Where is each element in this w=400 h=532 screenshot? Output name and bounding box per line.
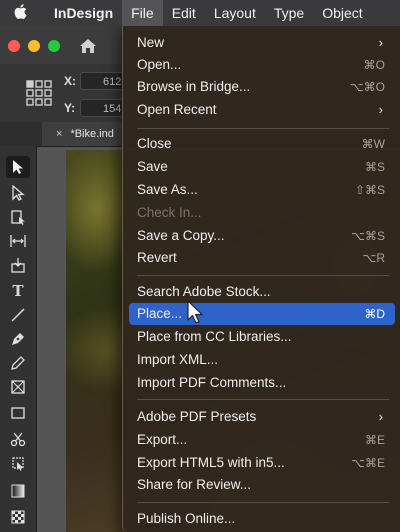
page-tool-icon[interactable] xyxy=(6,206,30,228)
menu-item-label: Close xyxy=(137,136,172,151)
direct-selection-tool-icon[interactable] xyxy=(6,182,30,204)
x-position-field[interactable]: 612 xyxy=(80,72,124,90)
menu-item-label: Adobe PDF Presets xyxy=(137,409,257,424)
home-icon[interactable] xyxy=(78,36,98,56)
minimize-window-button[interactable] xyxy=(28,40,40,52)
menu-item-search-adobe-stock[interactable]: Search Adobe Stock... xyxy=(129,281,395,303)
menu-item-open[interactable]: Open... ⌘O xyxy=(129,54,395,76)
menu-item-label: Open... xyxy=(137,57,182,72)
menu-item-place[interactable]: Place... ⌘D xyxy=(129,303,395,325)
submenu-arrow-icon: › xyxy=(378,409,383,424)
shortcut-label: ⌥⌘E xyxy=(351,456,385,470)
shortcut-label: ⇧⌘S xyxy=(354,183,385,197)
menu-item-open-recent[interactable]: Open Recent › xyxy=(129,99,395,121)
menu-item-save-as[interactable]: Save As... ⇧⌘S xyxy=(129,179,395,201)
shortcut-label: ⌘E xyxy=(364,433,385,447)
menu-item-label: Import PDF Comments... xyxy=(137,375,287,390)
menu-item-label: Save a Copy... xyxy=(137,228,225,243)
y-label: Y: xyxy=(64,101,76,115)
menubar-edit[interactable]: Edit xyxy=(163,0,205,26)
pencil-tool-icon[interactable] xyxy=(6,352,30,374)
scissors-tool-icon[interactable] xyxy=(6,428,30,450)
menu-item-save-a-copy[interactable]: Save a Copy... ⌥⌘S xyxy=(129,225,395,247)
tools-panel: T xyxy=(0,146,37,532)
menu-item-label: Place... xyxy=(137,306,183,321)
close-window-button[interactable] xyxy=(8,40,20,52)
menu-item-label: Place from CC Libraries... xyxy=(137,329,292,344)
menu-item-check-in: Check In... xyxy=(129,202,395,224)
menu-item-label: Save As... xyxy=(137,182,198,197)
menu-bar: InDesign File Edit Layout Type Object xyxy=(0,0,400,26)
menu-item-save[interactable]: Save ⌘S xyxy=(129,156,395,178)
menubar-type[interactable]: Type xyxy=(265,0,313,26)
menu-item-label: New xyxy=(137,35,165,50)
gradient-swatch-tool-icon[interactable] xyxy=(6,480,30,502)
content-collector-tool-icon[interactable] xyxy=(6,254,30,276)
apple-icon[interactable] xyxy=(14,3,36,23)
rectangle-frame-tool-icon[interactable] xyxy=(6,376,30,398)
y-position-field[interactable]: 154 xyxy=(80,99,124,117)
menu-item-place-from-cc-libraries[interactable]: Place from CC Libraries... xyxy=(129,326,395,348)
menu-item-share-for-review[interactable]: Share for Review... xyxy=(129,474,395,496)
menu-item-label: Export... xyxy=(137,432,188,447)
shortcut-label: ⌘W xyxy=(361,137,385,151)
menu-item-browse-in-bridge[interactable]: Browse in Bridge... ⌥⌘O xyxy=(129,76,395,98)
selection-tool-icon[interactable] xyxy=(6,156,30,178)
menu-item-label: Browse in Bridge... xyxy=(137,79,251,94)
menu-item-label: Revert xyxy=(137,250,177,265)
shortcut-label: ⌥R xyxy=(362,251,386,265)
menu-separator xyxy=(137,399,389,400)
submenu-arrow-icon: › xyxy=(378,102,383,117)
type-tool-icon[interactable]: T xyxy=(6,280,30,302)
menu-item-label: Share for Review... xyxy=(137,477,252,492)
menu-item-revert[interactable]: Revert ⌥R xyxy=(129,247,395,269)
shortcut-label: ⌘O xyxy=(363,58,385,72)
menubar-file[interactable]: File xyxy=(122,0,163,26)
menu-item-label: Export HTML5 with in5... xyxy=(137,455,285,470)
document-tab[interactable]: × *Bike.ind xyxy=(42,122,128,146)
menu-separator xyxy=(137,502,389,503)
submenu-arrow-icon: › xyxy=(378,35,383,50)
menu-item-label: Check In... xyxy=(137,205,202,220)
file-menu: New › Open... ⌘O Browse in Bridge... ⌥⌘O… xyxy=(122,26,400,532)
gradient-feather-tool-icon[interactable] xyxy=(6,506,30,528)
menu-item-label: Open Recent xyxy=(137,102,217,117)
menu-item-publish-online[interactable]: Publish Online... xyxy=(129,508,395,530)
menubar-app-name[interactable]: InDesign xyxy=(36,0,122,26)
free-transform-tool-icon[interactable] xyxy=(6,452,30,474)
reference-point-icon[interactable] xyxy=(26,80,52,106)
menu-item-close[interactable]: Close ⌘W xyxy=(129,133,395,155)
menubar-object[interactable]: Object xyxy=(313,0,371,26)
menu-item-import-xml[interactable]: Import XML... xyxy=(129,349,395,371)
menu-item-label: Publish Online... xyxy=(137,511,236,526)
menu-item-export-html5-with-in5[interactable]: Export HTML5 with in5... ⌥⌘E xyxy=(129,452,395,474)
shortcut-label: ⌥⌘O xyxy=(349,80,385,94)
document-tab-title: *Bike.ind xyxy=(70,128,114,140)
gap-tool-icon[interactable] xyxy=(6,230,30,252)
shortcut-label: ⌥⌘S xyxy=(351,229,385,243)
close-tab-icon[interactable]: × xyxy=(56,128,62,140)
rectangle-tool-icon[interactable] xyxy=(6,402,30,424)
menu-item-label: Import XML... xyxy=(137,352,219,367)
zoom-window-button[interactable] xyxy=(48,40,60,52)
shortcut-label: ⌘D xyxy=(364,307,385,321)
pen-tool-icon[interactable] xyxy=(6,328,30,350)
menu-separator xyxy=(137,128,389,129)
menu-separator xyxy=(137,275,389,276)
menubar-layout[interactable]: Layout xyxy=(205,0,265,26)
menu-item-label: Save xyxy=(137,159,168,174)
menu-item-new[interactable]: New › xyxy=(129,32,395,54)
x-label: X: xyxy=(64,74,76,88)
mouse-pointer-icon xyxy=(186,300,204,326)
shortcut-label: ⌘S xyxy=(364,160,385,174)
line-tool-icon[interactable] xyxy=(6,304,30,326)
menu-item-export[interactable]: Export... ⌘E xyxy=(129,429,395,451)
menu-item-import-pdf-comments[interactable]: Import PDF Comments... xyxy=(129,372,395,394)
menu-item-adobe-pdf-presets[interactable]: Adobe PDF Presets › xyxy=(129,406,395,428)
